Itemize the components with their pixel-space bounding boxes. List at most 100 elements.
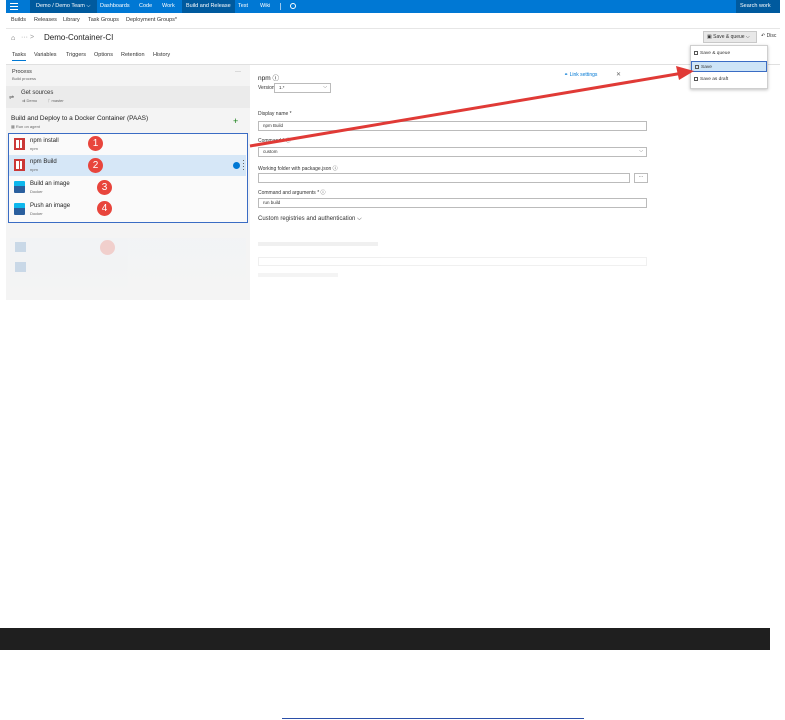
globe-icon[interactable] <box>290 3 296 9</box>
process-title: Process <box>12 69 32 75</box>
get-sources-label: Get sources <box>21 90 54 96</box>
link-settings-label: Link settings <box>569 72 598 78</box>
display-name-value: npm Build <box>263 123 284 128</box>
task-detail-title: npm ⓘ <box>258 72 279 82</box>
search-box[interactable]: Search work <box>736 0 780 13</box>
task-build-image[interactable]: Build an image Docker 3 <box>9 177 246 198</box>
command-select[interactable]: custom <box>258 147 647 157</box>
add-task-button[interactable]: + <box>233 116 238 126</box>
task-name: Push an image <box>30 203 71 209</box>
task-name: npm install <box>30 138 59 144</box>
npm-icon <box>14 159 25 171</box>
menu-item-label: Save as draft <box>700 77 729 82</box>
branch-text: master <box>51 98 64 103</box>
step-badge: 4 <box>97 201 112 216</box>
bottom-underline <box>282 718 584 719</box>
save-queue-label: Save & queue <box>713 34 745 40</box>
step-badge: 2 <box>88 158 103 173</box>
definition-title-bar: ⌂ ··· > Demo-Container-CI <box>6 31 780 47</box>
display-name-field[interactable]: npm Build <box>258 121 647 131</box>
working-folder-field[interactable] <box>258 173 630 183</box>
task-detail-pane: npm ⓘ ⚭ Link settings ✕ Version 1.* Disp… <box>254 65 654 300</box>
subnav-builds[interactable]: Builds <box>11 17 26 23</box>
reflection-docker-icon <box>15 262 26 272</box>
working-folder-label: Working folder with package.json ⓘ <box>258 165 338 172</box>
chevron-right-icon: > <box>29 34 35 41</box>
link-settings-button[interactable]: ⚭ Link settings <box>564 72 597 78</box>
custom-registries-section[interactable]: Custom registries and authentication ⌵ <box>258 216 362 223</box>
docker-icon <box>14 181 25 193</box>
process-pane: Process Build process ··· ⇌ Get sources … <box>6 65 250 300</box>
drag-handle-icon[interactable] <box>242 159 245 171</box>
faded-reflection-area <box>258 237 650 297</box>
tab-options[interactable]: Options <box>94 52 113 58</box>
reflection-badge <box>100 240 115 255</box>
info-icon: ⓘ <box>320 190 326 196</box>
command-label: Command * ⓘ <box>258 137 291 144</box>
phase-subtitle-text: Run on agent <box>15 124 40 129</box>
page-title: Demo-Container-CI <box>44 33 114 42</box>
task-type: npm <box>30 146 38 151</box>
version-value: 1.* <box>279 85 285 90</box>
menu-item-save[interactable]: Save <box>691 61 767 72</box>
search-text: Search work <box>740 3 771 9</box>
browse-button[interactable]: ··· <box>634 173 648 183</box>
repo-name: ⇉ Demo <box>22 98 38 103</box>
nav-test[interactable]: Test <box>238 0 248 13</box>
get-sources-item[interactable]: ⇌ Get sources ⇉ Demo ᚴ master <box>6 86 250 108</box>
home-icon[interactable]: ⌂ <box>11 35 15 42</box>
subnav-library[interactable]: Library <box>63 17 80 23</box>
save-icon <box>694 77 698 81</box>
nav-dashboards[interactable]: Dashboards <box>100 0 130 13</box>
subnav-releases[interactable]: Releases <box>34 17 57 23</box>
ellipsis-text: ··· <box>21 34 28 41</box>
nav-work[interactable]: Work <box>162 0 175 13</box>
tab-retention[interactable]: Retention <box>121 52 145 58</box>
subnav-deployment-groups[interactable]: Deployment Groups* <box>126 17 177 23</box>
task-detail-title-text: npm <box>258 75 271 82</box>
breadcrumb-ellipsis[interactable]: ··· > <box>21 34 34 41</box>
menu-item-save-and-queue[interactable]: Save & queue <box>691 48 767 59</box>
task-npm-build[interactable]: npm Build npm 2 <box>9 155 246 176</box>
info-icon: ⓘ <box>272 75 279 82</box>
menu-item-save-as-draft[interactable]: Save as draft <box>691 74 767 85</box>
menu-item-label: Save <box>701 65 712 70</box>
project-name: Demo / Demo Team <box>36 3 85 9</box>
tab-triggers[interactable]: Triggers <box>66 52 86 58</box>
nav-divider <box>280 3 281 10</box>
task-name: npm Build <box>30 159 57 165</box>
source-icon: ⇌ <box>9 95 15 101</box>
screenshot-panel: Demo / Demo Team ⌵ Dashboards Code Work … <box>6 0 780 300</box>
menu-item-label: Save & queue <box>700 51 731 56</box>
custom-registries-label: Custom registries and authentication <box>258 216 356 222</box>
save-and-queue-button[interactable]: ▣ Save & queue ⌵ <box>703 31 757 43</box>
faded-field <box>258 257 647 266</box>
task-npm-install[interactable]: npm install npm 1 <box>9 134 246 155</box>
nav-build-and-release[interactable]: Build and Release <box>182 0 235 13</box>
nav-code[interactable]: Code <box>139 0 152 13</box>
tab-history[interactable]: History <box>153 52 170 58</box>
task-list: npm install npm 1 npm Build npm 2 Build … <box>8 133 248 223</box>
info-icon: ⓘ <box>285 138 291 144</box>
repo-text: Demo <box>26 98 38 103</box>
more-options-icon[interactable]: ··· <box>235 69 241 75</box>
sub-navigation: Builds Releases Library Task Groups Depl… <box>6 14 780 29</box>
discard-button[interactable]: ↶ Disc <box>761 33 776 39</box>
tab-variables[interactable]: Variables <box>34 52 57 58</box>
subnav-task-groups[interactable]: Task Groups <box>88 17 119 23</box>
close-icon[interactable]: ✕ <box>616 71 621 78</box>
task-push-image[interactable]: Push an image Docker 4 <box>9 199 246 220</box>
project-selector[interactable]: Demo / Demo Team ⌵ <box>30 0 97 13</box>
branch-name: ᚴ master <box>48 98 64 103</box>
display-name-label: Display name * <box>258 111 292 117</box>
nav-wiki[interactable]: Wiki <box>260 0 270 13</box>
task-type: npm <box>30 167 38 172</box>
enabled-check-icon <box>233 162 240 169</box>
menu-icon[interactable] <box>10 3 18 10</box>
tab-tasks[interactable]: Tasks <box>12 52 27 61</box>
version-select[interactable]: 1.* <box>274 83 331 93</box>
version-label: Version <box>258 85 275 91</box>
save-dropdown-menu: Save & queue Save Save as draft <box>690 45 768 89</box>
phase-subtitle: ▦ Run on agent <box>11 124 40 129</box>
command-arguments-field[interactable]: run build <box>258 198 647 208</box>
